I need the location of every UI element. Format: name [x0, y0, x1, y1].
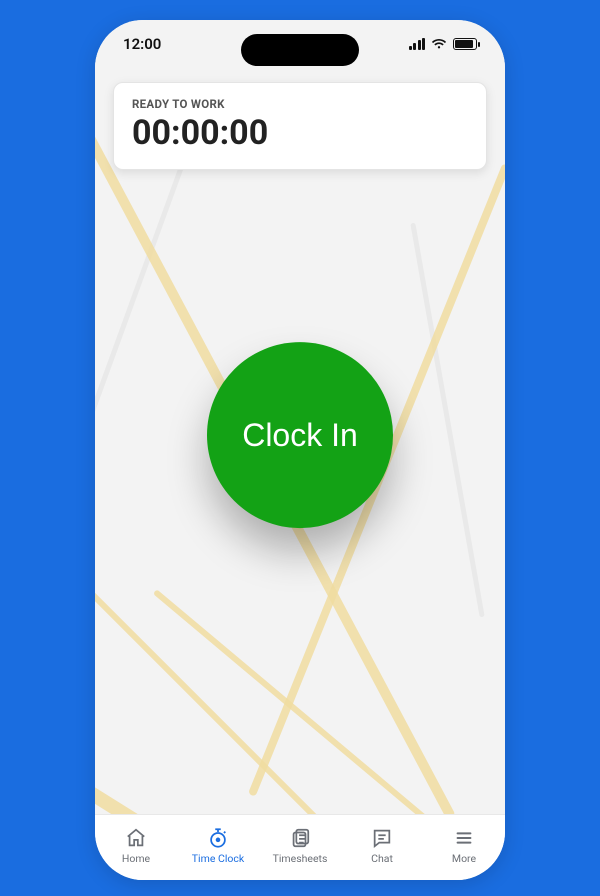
status-time: 12:00 — [123, 35, 161, 53]
clock-in-button[interactable]: Clock In — [207, 342, 393, 528]
cellular-signal-icon — [409, 38, 426, 50]
wifi-icon — [431, 38, 447, 50]
timesheets-icon — [289, 827, 311, 849]
nav-item-timesheets[interactable]: Timesheets — [265, 827, 335, 865]
nav-label: Timesheets — [273, 852, 328, 865]
nav-item-home[interactable]: Home — [101, 827, 171, 865]
nav-item-chat[interactable]: Chat — [347, 827, 417, 865]
status-right — [409, 38, 478, 50]
nav-item-time-clock[interactable]: Time Clock — [183, 827, 253, 865]
battery-icon — [453, 38, 477, 50]
home-icon — [125, 827, 147, 849]
clock-in-button-label: Clock In — [242, 417, 358, 454]
timer-card: READY TO WORK 00:00:00 — [113, 82, 487, 170]
nav-item-more[interactable]: More — [429, 827, 499, 865]
chat-icon — [371, 827, 393, 849]
work-status-label: READY TO WORK — [132, 97, 468, 111]
nav-label: Time Clock — [192, 852, 244, 865]
stopwatch-icon — [207, 827, 229, 849]
phone-frame: 12:00 READY TO WORK 00:00:00 — [95, 20, 505, 880]
screen: READY TO WORK 00:00:00 Clock In Home — [95, 20, 505, 880]
bottom-nav: Home Time Clock Timeshee — [95, 814, 505, 880]
menu-icon — [453, 827, 475, 849]
nav-label: Chat — [371, 852, 393, 865]
device-notch — [241, 34, 359, 66]
elapsed-timer: 00:00:00 — [132, 113, 468, 153]
nav-label: Home — [122, 852, 150, 865]
nav-label: More — [452, 852, 476, 865]
